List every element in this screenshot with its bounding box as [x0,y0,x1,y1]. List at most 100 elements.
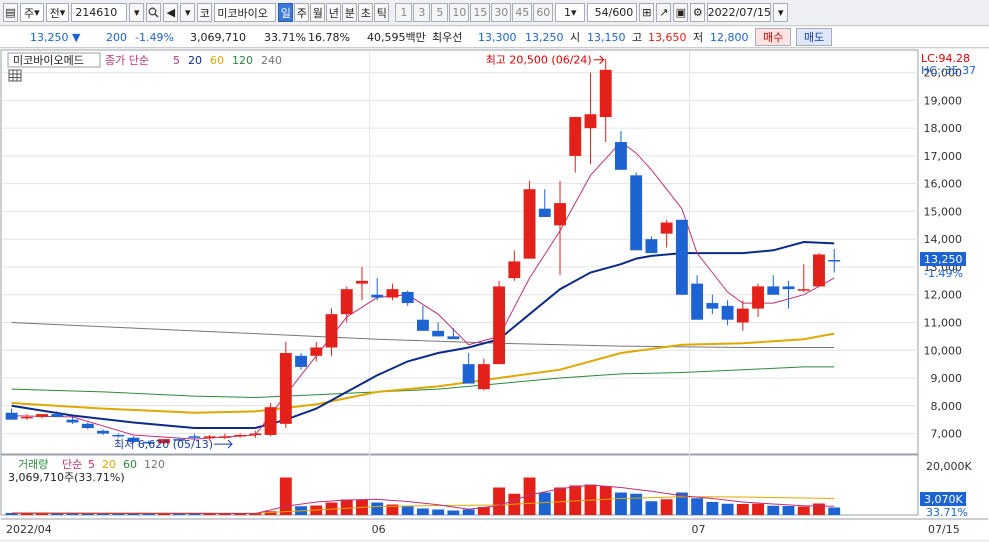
minute-select[interactable]: 1 ▾ [555,3,586,22]
layout-icon[interactable]: ▤ [3,3,18,22]
candle-body-43 [660,222,673,234]
candle-body-52 [797,289,810,291]
period-tabs: 일주월년분초틱 [278,3,390,22]
minute-option-30[interactable]: 30 [491,3,512,22]
candlestick-chart[interactable]: 7,0008,0009,00010,00011,00012,00013,0001… [0,49,989,539]
ma-legend-5[interactable]: 5 [173,54,180,67]
period-tab-0[interactable]: 일 [278,3,294,22]
sound-icon[interactable]: ◀ [163,3,179,22]
trend-tool-icon[interactable]: ↗ [656,3,672,22]
candle-body-35 [538,208,551,217]
volume-bar-18 [279,477,292,515]
candle-body-0 [5,412,18,420]
ma-legend-60[interactable]: 60 [210,54,224,67]
candle-body-17 [264,407,277,435]
volume-bar-45 [691,498,704,515]
volume-bar-22 [340,499,353,515]
period-tab-6[interactable]: 틱 [374,3,390,22]
candle-count[interactable]: 54/600 [587,3,638,22]
candle-body-25 [386,289,399,298]
trade-volume: 3,069,710 [190,30,246,44]
volume-bar-30 [462,509,475,515]
minute-option-10[interactable]: 10 [449,3,470,22]
candle-body-32 [493,286,506,365]
candle-body-46 [706,303,719,309]
period-tab-2[interactable]: 월 [310,3,326,22]
volume-current: 3,069,710주(33.71%) [8,471,125,484]
x-label-0: 2022/04 [6,523,52,536]
ma-type-label: 종가 단순 [105,54,149,67]
volume-bar-39 [599,486,612,515]
ma-legend-240[interactable]: 240 [261,54,282,67]
sell-button[interactable]: 매도 [796,28,833,46]
period-tab-4[interactable]: 분 [342,3,358,22]
y-tick-7: 14,000 [924,233,963,246]
high-price: 13,650 [648,30,687,44]
vol-ma-legend-5[interactable]: 5 [88,458,95,471]
trade-amount: 40,595백만 [367,31,426,44]
moving-averages [11,141,835,440]
chart-area[interactable]: 7,000 8,000 9,000 10,000 11,000 12,000 13,000 1… [0,49,989,539]
vol-ma-legend-20[interactable]: 20 [102,458,116,471]
volume-bar-49 [752,503,764,515]
minute-option-45[interactable]: 45 [512,3,533,22]
volume-bar-54 [828,507,841,515]
vol-ma-legend-120[interactable]: 120 [144,458,165,471]
save-icon[interactable]: ▣ [673,3,689,22]
period-tab-1[interactable]: 주 [294,3,310,22]
volume-bar-47 [721,503,734,515]
volume-panel-frame [0,454,919,516]
price-tag: 13,250 [924,253,963,266]
change-amount: 200 [106,30,127,44]
buy-button[interactable]: 매수 [755,28,792,46]
market-label: 주 [24,6,35,20]
market-select[interactable]: 주 ▾ [20,3,44,22]
calendar-dropdown-icon[interactable]: ▾ [773,3,789,22]
stock-name: 미코바이오 [214,3,277,22]
candle-body-7 [112,434,125,437]
chevron-down-icon[interactable]: ▾ [180,3,196,22]
minute-option-3[interactable]: 3 [413,3,431,22]
x-label-2: 07 [692,523,706,536]
candle-body-18 [279,353,292,424]
high-label: 고 [632,31,643,44]
candle-body-47 [721,305,734,320]
table-icon[interactable] [8,69,22,82]
candle-body-44 [675,219,688,295]
candle-body-51 [782,286,795,290]
vol-ma-legend-60[interactable]: 60 [123,458,137,471]
minute-option-15[interactable]: 15 [470,3,491,22]
code-dropdown-icon[interactable]: ▾ [129,3,145,22]
period-tab-3[interactable]: 년 [326,3,342,22]
y-tick-2: 9,000 [931,372,963,385]
stock-code-input[interactable]: 214610 [71,3,128,22]
y-tick-11: 18,000 [924,122,963,135]
toolbar: ▤ 주 ▾ 전 ▾ 214610 ▾ ◀ ▾ 코 미코바이오 일주월년분초틱 1… [0,0,989,26]
ma-legend-20[interactable]: 20 [188,54,202,67]
minute-option-5[interactable]: 5 [431,3,449,22]
y-tick-4: 11,000 [924,316,963,329]
legends: 미코바이오메드 종가 단순 5 20 60 120 240 거래량 단순 5 20 60 120 3,06… [7,52,282,484]
y-tick-10: 17,000 [924,150,963,163]
candle-body-36 [554,203,566,226]
gear-icon[interactable]: ⚙ [690,3,706,22]
type-select[interactable]: 전 ▾ [45,3,70,22]
x-label-1: 06 [372,523,386,536]
period-tab-5[interactable]: 초 [358,3,374,22]
volume-bar-50 [767,505,780,515]
best-label: 최우선 [432,31,463,44]
candle-body-45 [691,283,704,320]
candle-body-41 [630,175,643,251]
candle-body-39 [599,69,612,118]
search-icon[interactable] [146,3,162,22]
grid-tool-icon[interactable]: ⊞ [639,3,655,22]
high-arrow-icon [593,55,605,65]
low-annotation: 최저 6,620 (05/13) [114,438,213,451]
hc-label: HC:-35.37 [921,64,976,77]
minute-option-60[interactable]: 60 [533,3,554,22]
bid-price: 13,250 [525,30,564,44]
minute-option-1[interactable]: 1 [395,3,413,22]
minute-options: 1 3 5 10 15 30 45 60 [395,3,554,22]
ma-legend-120[interactable]: 120 [232,54,253,67]
date-input[interactable]: 2022/07/15 [707,3,772,22]
